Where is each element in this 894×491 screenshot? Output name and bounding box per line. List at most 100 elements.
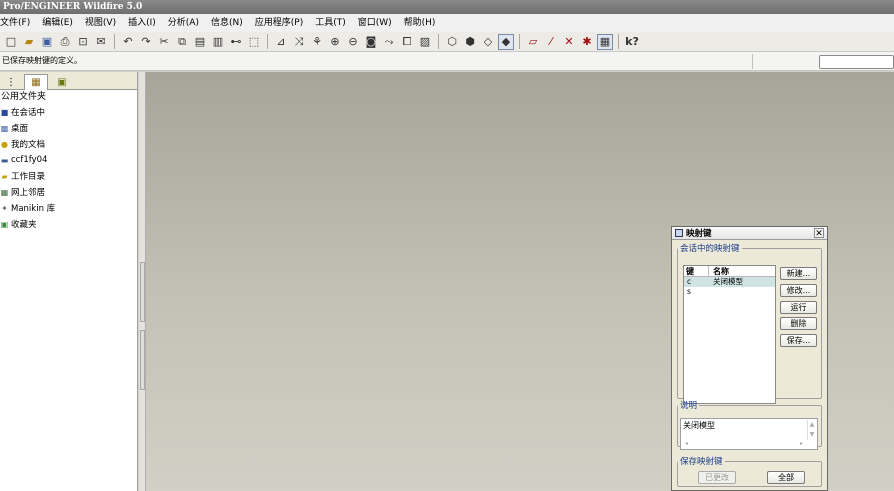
folder-item-documents[interactable]: ● 我的文档 — [0, 136, 137, 152]
folder-item-label: 在会话中 — [11, 108, 46, 118]
folder-item-label: 我的文档 — [11, 140, 46, 150]
saved-views-icon[interactable]: ⧠ — [399, 34, 415, 50]
menu-applications[interactable]: 应用程序(P) — [249, 14, 309, 32]
mapkey-list-header: 键 名称 — [684, 266, 775, 277]
splitter-handle-top[interactable] — [140, 262, 145, 322]
dialog-title: 映射键 — [686, 229, 712, 239]
open-file-icon[interactable]: ▰ — [21, 34, 37, 50]
mapkeys-dialog: 映射键 ✕ 会话中的映射键 键 名称 c 关闭模型 s 新建... 修改... … — [671, 226, 828, 491]
navigator-tabs: ⋮ ▦ ▣ — [0, 72, 137, 90]
mapkey-key: s — [687, 287, 691, 296]
hidden-line-icon[interactable]: ⬢ — [462, 34, 478, 50]
folder-item-desktop[interactable]: ▩ 桌面 — [0, 120, 137, 136]
spin-center-icon[interactable]: ⤨ — [291, 34, 307, 50]
mapkey-row[interactable]: s — [684, 287, 775, 297]
favorites-icon: ▣ — [0, 219, 9, 229]
folder-item-working-directory[interactable]: ▰ 工作目录 — [0, 168, 137, 184]
wireframe-icon[interactable]: ⬡ — [444, 34, 460, 50]
message-area: 已保存映射键的定义。 — [0, 52, 894, 71]
save-icon[interactable]: ▣ — [39, 34, 55, 50]
coordinate-systems-icon[interactable]: ✱ — [579, 34, 595, 50]
view-manager-icon[interactable]: ▨ — [417, 34, 433, 50]
menu-view[interactable]: 视图(V) — [79, 14, 122, 32]
print-icon[interactable]: ⎙ — [57, 34, 73, 50]
folder-item-manikin[interactable]: ✦ Manikin 库 — [0, 200, 137, 216]
annotations-icon[interactable]: ▦ — [597, 33, 613, 50]
folder-item-network[interactable]: ▦ 网上邻居 — [0, 184, 137, 200]
dialog-app-icon — [675, 229, 683, 237]
save-mapkey-button[interactable]: 保存... — [780, 334, 817, 347]
column-key[interactable]: 键 — [684, 266, 709, 276]
folder-item-label: 收藏夹 — [11, 220, 37, 230]
folder-browser-tab-icon[interactable]: ▦ — [24, 74, 48, 90]
modify-mapkey-button[interactable]: 修改... — [780, 284, 817, 297]
save-mapkeys-group: 保存映射键 已更改 全部 — [677, 455, 822, 487]
toolbar-separator — [267, 34, 268, 49]
no-hidden-icon[interactable]: ◇ — [480, 34, 496, 50]
orient-icon[interactable]: ⚘ — [309, 34, 325, 50]
mapkey-list[interactable]: 键 名称 c 关闭模型 s — [683, 265, 776, 404]
model-tree-tab-icon[interactable]: ⋮ — [0, 74, 22, 90]
toolbar-separator — [519, 34, 520, 49]
column-name[interactable]: 名称 — [709, 266, 775, 276]
panel-splitter[interactable] — [139, 72, 146, 491]
shading-icon[interactable]: ◆ — [498, 33, 514, 50]
menu-window[interactable]: 窗口(W) — [352, 14, 398, 32]
menu-edit[interactable]: 编辑(E) — [36, 14, 79, 32]
message-divider — [752, 54, 753, 69]
run-mapkey-button[interactable]: 运行 — [780, 301, 817, 314]
network-icon: ▦ — [0, 187, 9, 197]
send-email-icon[interactable]: ✉ — [93, 34, 109, 50]
menu-tools[interactable]: 工具(T) — [309, 14, 352, 32]
close-icon[interactable]: ✕ — [814, 228, 824, 239]
print-preview-icon[interactable]: ⊡ — [75, 34, 91, 50]
desktop-icon: ▩ — [0, 123, 9, 133]
mapkey-name — [709, 287, 775, 297]
favorites-tab-icon[interactable]: ▣ — [50, 74, 74, 90]
description-scrollbar[interactable]: ▲ ▼ — [807, 420, 816, 440]
mapkey-row[interactable]: c 关闭模型 — [684, 277, 775, 287]
mapkey-name: 关闭模型 — [713, 277, 743, 286]
command-input[interactable] — [819, 55, 894, 69]
session-mapkeys-group: 会话中的映射键 键 名称 c 关闭模型 s 新建... 修改... 运行 删除 … — [677, 242, 822, 404]
reorient-icon[interactable]: ⤳ — [381, 34, 397, 50]
save-changed-button[interactable]: 已更改 — [698, 471, 736, 484]
title-bar: Pro/ENGINEER Wildfire 5.0 — [0, 0, 894, 14]
description-hscrollbar[interactable]: ◂ ▸ — [682, 440, 806, 448]
redo-icon[interactable]: ↷ — [138, 34, 154, 50]
menu-analysis[interactable]: 分析(A) — [162, 14, 205, 32]
delete-mapkey-button[interactable]: 删除 — [780, 317, 817, 330]
datum-points-icon[interactable]: ✕ — [561, 34, 577, 50]
datum-axes-icon[interactable]: ⁄ — [543, 34, 559, 50]
refit-icon[interactable]: ◙ — [363, 34, 379, 50]
new-file-icon[interactable]: □ — [3, 34, 19, 50]
menu-info[interactable]: 信息(N) — [205, 14, 249, 32]
redraw-icon[interactable]: ⊿ — [273, 34, 289, 50]
context-help-icon[interactable]: k? — [624, 34, 640, 50]
zoom-out-icon[interactable]: ⊖ — [345, 34, 361, 50]
zoom-in-icon[interactable]: ⊕ — [327, 34, 343, 50]
find-icon[interactable]: ⊷ — [228, 34, 244, 50]
status-message: 已保存映射键的定义。 — [2, 56, 82, 65]
folder-item-session[interactable]: ■ 在会话中 — [0, 104, 137, 120]
paste-special-icon[interactable]: ▥ — [210, 34, 226, 50]
description-field[interactable]: 关闭模型 ▲ ▼ ◂ ▸ — [680, 418, 818, 450]
splitter-handle-bottom[interactable] — [140, 330, 145, 390]
folder-section-title: 公用文件夹 — [0, 90, 137, 104]
save-all-button[interactable]: 全部 — [767, 471, 805, 484]
datum-planes-icon[interactable]: ▱ — [525, 34, 541, 50]
menu-insert[interactable]: 插入(I) — [122, 14, 162, 32]
folder-item-favorites[interactable]: ▣ 收藏夹 — [0, 216, 137, 232]
undo-icon[interactable]: ↶ — [120, 34, 136, 50]
new-mapkey-button[interactable]: 新建... — [780, 267, 817, 280]
paste-icon[interactable]: ▤ — [192, 34, 208, 50]
documents-icon: ● — [1, 139, 8, 149]
cut-icon[interactable]: ✂ — [156, 34, 172, 50]
copy-icon[interactable]: ⧉ — [174, 34, 190, 50]
select-box-icon[interactable]: ⬚ — [246, 34, 262, 50]
dialog-title-bar: 映射键 ✕ — [672, 227, 827, 240]
folder-item-computer[interactable]: ▬ ccf1fy04 — [0, 152, 137, 168]
menu-help[interactable]: 帮助(H) — [398, 14, 442, 32]
menu-file[interactable]: 文件(F) — [0, 14, 36, 32]
toolbar-separator — [114, 34, 115, 49]
